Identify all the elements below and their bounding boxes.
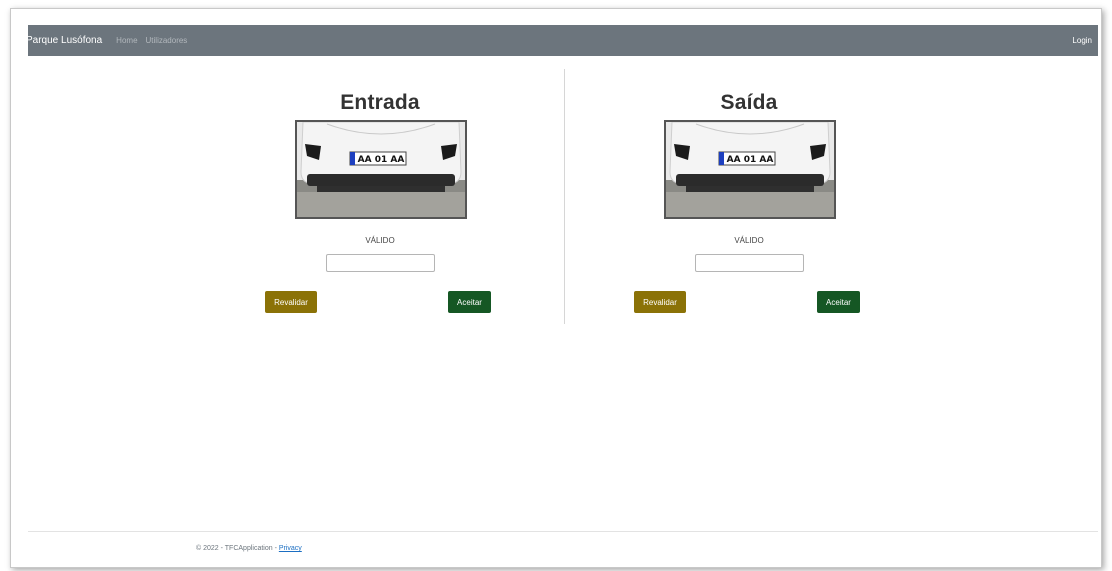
car-rear-image: AA 01 AA [666, 122, 834, 217]
entrada-status: VÁLIDO [365, 236, 395, 245]
entrada-plate-input[interactable] [326, 254, 435, 272]
saida-revalidar-button[interactable]: Revalidar [634, 291, 686, 313]
entrada-revalidar-button[interactable]: Revalidar [265, 291, 317, 313]
saida-status: VÁLIDO [734, 236, 764, 245]
footer-divider [28, 531, 1098, 532]
saida-title: Saída [720, 91, 778, 114]
entrada-panel: Entrada AA 01 AA VÁLIDO Revalidar Aceita… [250, 88, 510, 313]
entrada-aceitar-button[interactable]: Aceitar [448, 291, 491, 313]
entrada-title: Entrada [340, 91, 420, 114]
nav-link-utilizadores[interactable]: Utilizadores [146, 36, 188, 45]
saida-aceitar-button[interactable]: Aceitar [817, 291, 860, 313]
panel-divider [564, 69, 565, 324]
footer: © 2022 - TFCApplication - Privacy [196, 545, 302, 552]
window-frame [10, 8, 1102, 568]
brand-link[interactable]: Parque Lusófona [26, 35, 102, 46]
entrada-car-photo: AA 01 AA [295, 120, 467, 219]
privacy-link[interactable]: Privacy [279, 545, 302, 552]
top-navbar: Parque Lusófona Home Utilizadores Login [26, 25, 1098, 56]
car-rear-image: AA 01 AA [297, 122, 465, 217]
footer-copyright: © 2022 - TFCApplication - [196, 545, 279, 552]
entrada-plate-text: AA 01 AA [358, 155, 405, 165]
saida-plate-text: AA 01 AA [727, 155, 774, 165]
saida-panel: Saída AA 01 AA VÁLIDO Revalidar Aceitar [619, 88, 879, 313]
saida-plate-input[interactable] [695, 254, 804, 272]
nav-link-home[interactable]: Home [116, 36, 137, 45]
saida-car-photo: AA 01 AA [664, 120, 836, 219]
login-link[interactable]: Login [1072, 36, 1092, 45]
